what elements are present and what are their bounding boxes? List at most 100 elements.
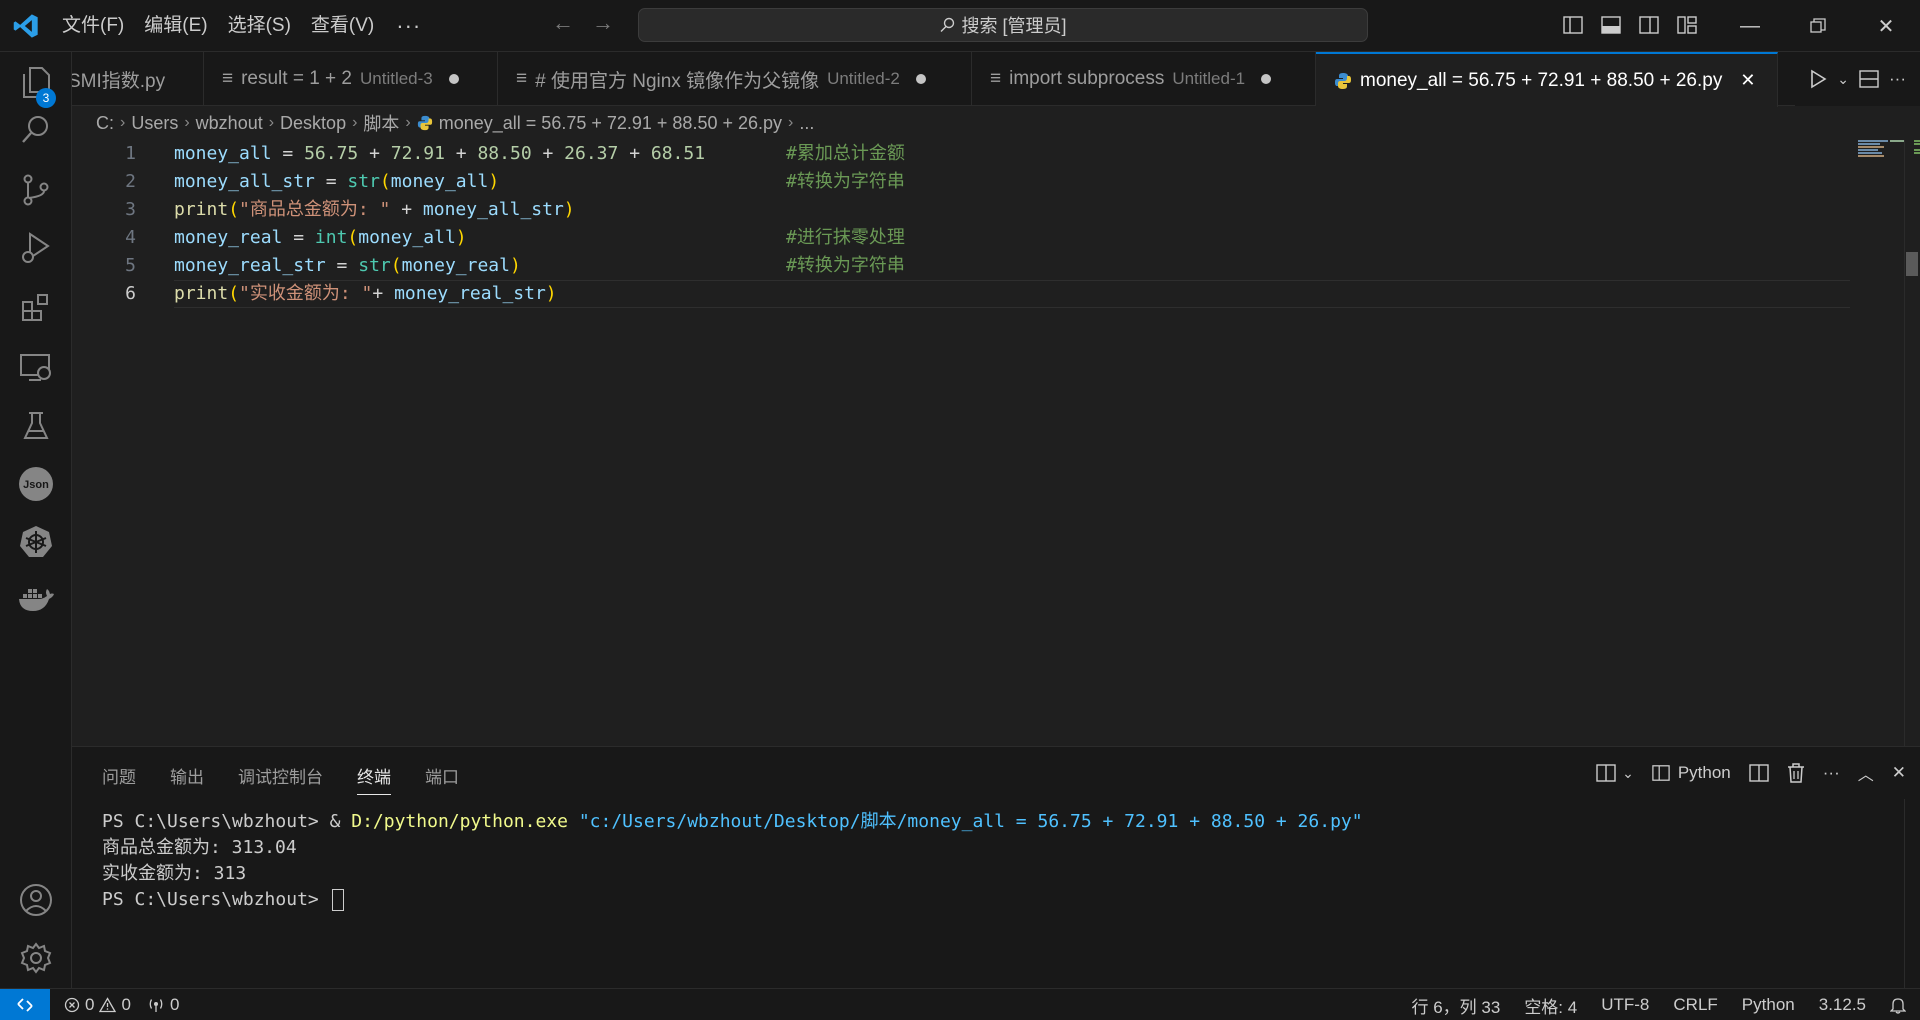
new-terminal-split-icon[interactable] [1596,764,1616,782]
code-line[interactable]: 1 money_all = 56.75 + 72.91 + 88.50 + 26.… [72,140,1772,168]
python-version[interactable]: 3.12.5 [1819,995,1866,1015]
more-actions-icon[interactable]: ··· [1823,763,1840,783]
code-token: money_all_str [422,199,564,220]
close-panel-icon[interactable]: ✕ [1892,763,1906,783]
code-token: ) [545,283,557,304]
split-editor-icon[interactable] [1859,70,1879,88]
run-file-icon[interactable] [1809,69,1827,89]
tab-desc: Untitled-3 [360,69,433,88]
title-bar: 文件(F) 编辑(E) 选择(S) 查看(V) ··· ← → 搜索 [管理员]… [0,0,1920,52]
more-actions-icon[interactable]: ··· [1889,69,1906,89]
toggle-primary-sidebar-icon[interactable] [1560,12,1586,38]
tab-money-all[interactable]: money_all = 56.75 + 72.91 + 88.50 + 26.p… [1316,52,1778,107]
menu-edit[interactable]: 编辑(E) [134,0,217,52]
problems-status[interactable]: 0 0 [64,995,131,1015]
line-endings[interactable]: CRLF [1673,995,1717,1015]
tab-smi[interactable]: SMI指数.py [72,52,204,106]
menu-view[interactable]: 查看(V) [301,0,384,52]
back-arrow-icon[interactable]: ← [552,10,574,36]
breadcrumb-item[interactable]: 脚本 [363,110,399,136]
tab-ports[interactable]: 端口 [425,763,459,795]
tab-untitled-3[interactable]: ≡ result = 1 + 2 Untitled-3 [204,52,498,106]
tab-debug-console[interactable]: 调试控制台 [238,763,323,795]
code-token: ( [228,283,240,304]
line-number: 5 [125,255,136,276]
bottom-panel: 问题 输出 调试控制台 终端 端口 ⌄ Python ··· ︿ ✕ PS C:… [72,746,1920,989]
cursor-position[interactable]: 行 6，列 33 [1412,993,1501,1018]
indentation[interactable]: 空格: 4 [1524,993,1577,1018]
language-mode[interactable]: Python [1742,995,1795,1015]
code-text: money_real_str = str(money_real) [174,252,521,280]
code-token: money_real_str [174,255,326,276]
testing-flask-icon[interactable] [0,396,72,456]
forward-arrow-icon[interactable]: → [592,10,614,36]
code-line[interactable]: 4 money_real = int(money_all) #进行抹零处理 [72,224,1772,252]
python-file-icon [417,115,432,131]
svg-text:Json: Json [23,479,49,491]
close-window-icon[interactable]: ✕ [1852,0,1920,52]
source-control-icon[interactable] [0,160,72,220]
tab-problems[interactable]: 问题 [102,763,136,795]
editor-scroll-thumb[interactable] [1906,252,1918,276]
toggle-panel-icon[interactable] [1598,12,1624,38]
breadcrumb-item[interactable]: Users [131,113,178,134]
menu-more-button[interactable]: ··· [384,0,433,52]
tab-output[interactable]: 输出 [170,763,204,795]
terminal-scrollbar[interactable] [1904,799,1920,989]
chevron-down-icon[interactable]: ⌄ [1622,765,1634,782]
command-center-search[interactable]: 搜索 [管理员] [638,8,1368,42]
unsaved-dot-icon[interactable] [1261,74,1272,84]
tab-label: result = 1 + 2 [241,68,352,89]
docker-icon[interactable] [0,570,72,630]
tab-untitled-2[interactable]: ≡ # 使用官方 Nginx 镜像作为父镜像 Untitled-2 [498,52,972,106]
menu-selection[interactable]: 选择(S) [218,0,301,52]
remote-indicator-icon[interactable] [0,988,50,1020]
toggle-secondary-sidebar-icon[interactable] [1636,12,1662,38]
code-editor[interactable]: 1 money_all = 56.75 + 72.91 + 88.50 + 26.… [72,140,1920,746]
chevron-right-icon: › [120,114,126,131]
code-line[interactable]: 5 money_real_str = str(money_real) #转换为字符串 [72,252,1772,280]
search-view-icon[interactable] [0,100,72,160]
code-line[interactable]: 6 print("实收金额为: "+ money_real_str) [72,280,1772,308]
breadcrumb-item[interactable]: ... [799,113,814,134]
tab-untitled-1[interactable]: ≡ import subprocess Untitled-1 [972,52,1316,106]
code-token: + [390,199,423,220]
menu-file[interactable]: 文件(F) [52,0,134,52]
code-token: = [325,255,359,276]
breadcrumb-item[interactable]: C: [96,113,114,134]
breadcrumb-item[interactable]: money_all = 56.75 + 72.91 + 88.50 + 26.p… [439,113,782,134]
maximize-panel-icon[interactable]: ︿ [1858,761,1874,785]
minimize-icon[interactable]: — [1716,0,1784,52]
unsaved-dot-icon[interactable] [448,74,459,84]
editor-scrollbar[interactable] [1904,140,1920,746]
restore-icon[interactable] [1784,0,1852,52]
terminal-shell-label[interactable]: Python [1678,763,1731,783]
code-token: money_real [401,255,510,276]
code-token: 26.37 [564,143,619,164]
breadcrumb-item[interactable]: Desktop [280,113,346,134]
close-tab-icon[interactable]: ✕ [1740,70,1755,91]
run-debug-icon[interactable] [0,218,72,278]
code-token: money_real_str [394,283,546,304]
encoding[interactable]: UTF-8 [1601,995,1649,1015]
tab-terminal[interactable]: 终端 [357,763,391,795]
trash-icon[interactable] [1787,763,1805,783]
code-line[interactable]: 2 money_all_str = str(money_all) #转换为字符串 [72,168,1772,196]
remote-explorer-icon[interactable] [0,338,72,398]
split-terminal-icon[interactable] [1749,764,1769,782]
terminal-arg: "c:/Users/wbzhout/Desktop/脚本/money_all =… [568,811,1363,832]
breadcrumb-item[interactable]: wbzhout [196,113,263,134]
notifications-bell-icon[interactable] [1890,996,1906,1014]
unsaved-dot-icon[interactable] [915,74,926,84]
accounts-icon[interactable] [0,870,72,930]
kubernetes-icon[interactable] [0,512,72,572]
terminal-icon [1652,764,1670,782]
json-icon[interactable]: Json [0,454,72,514]
customize-layout-icon[interactable] [1674,12,1700,38]
code-line[interactable]: 3 print("商品总金额为: " + money_all_str) [72,196,1772,224]
chevron-down-icon[interactable]: ⌄ [1837,71,1849,88]
extensions-icon[interactable] [0,278,72,338]
settings-gear-icon[interactable] [0,928,72,988]
terminal-prompt-line[interactable]: PS C:\Users\wbzhout> [102,887,344,913]
ports-status[interactable]: 0 [147,995,179,1015]
